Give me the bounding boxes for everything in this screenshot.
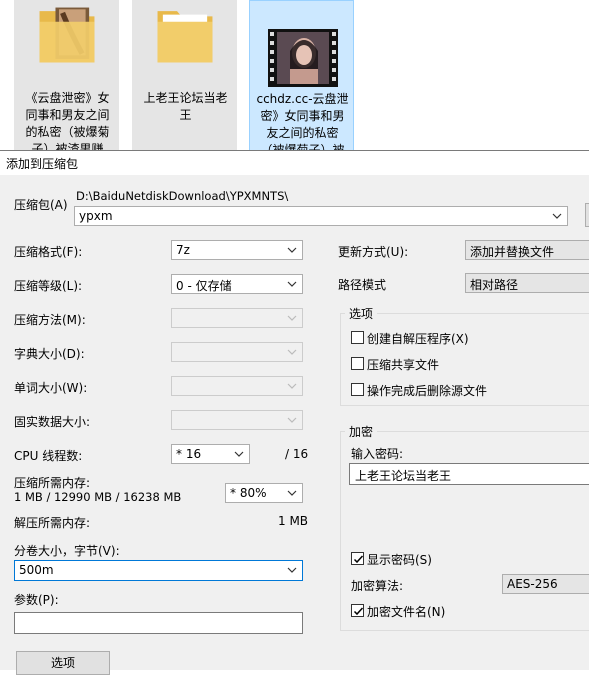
cpu-label: CPU 线程数: xyxy=(14,449,83,463)
chevron-down-icon xyxy=(287,567,297,573)
mem-label: 压缩所需内存: xyxy=(14,476,91,490)
decomp-label: 解压所需内存: xyxy=(14,516,91,530)
shared-files-label: 压缩共享文件 xyxy=(367,358,440,372)
mem-percent-value: * 80% xyxy=(230,486,267,500)
solid-select[interactable] xyxy=(171,410,303,430)
dialog-title: 添加到压缩包 xyxy=(6,157,79,171)
checkmark-icon xyxy=(353,607,364,616)
folder-icon xyxy=(157,11,213,63)
archive-name-input[interactable]: ypxm xyxy=(74,206,568,226)
password-value: 上老王论坛当老王 xyxy=(355,469,452,483)
path-mode-select[interactable]: 相对路径 xyxy=(465,273,589,293)
level-label: 压缩等级(L): xyxy=(14,279,83,293)
chevron-down-icon xyxy=(287,417,297,423)
file-explorer: 《云盘泄密》女同事和男友之间的私密（被爆菊子）被渣男赚 上老王论坛当老王 cch… xyxy=(0,0,589,152)
dict-label: 字典大小(D): xyxy=(14,347,85,361)
sfx-label: 创建自解压程序(X) xyxy=(367,332,469,346)
method-select[interactable] xyxy=(171,308,303,328)
show-password-label: 显示密码(S) xyxy=(367,553,432,567)
file-item[interactable]: cchdz.cc-云盘泄密》女同事和男友之间的私密（被爆菊子）被渣 xyxy=(249,0,354,152)
file-item[interactable]: 上老王论坛当老王 xyxy=(132,0,237,152)
archive-label: 压缩包(A) xyxy=(14,198,68,212)
update-mode-select[interactable]: 添加并替换文件 xyxy=(465,240,589,260)
shared-files-checkbox[interactable] xyxy=(351,357,364,370)
file-name: 《云盘泄密》女同事和男友之间的私密（被爆菊子）被渣男赚 xyxy=(25,91,110,152)
volume-size-input[interactable]: 500m xyxy=(14,560,303,581)
file-name: cchdz.cc-云盘泄密》女同事和男友之间的私密（被爆菊子）被渣 xyxy=(256,92,349,152)
options-group-title: 选项 xyxy=(345,305,378,322)
volume-label: 分卷大小，字节(V): xyxy=(14,544,120,558)
browse-button[interactable] xyxy=(585,203,589,227)
format-value: 7z xyxy=(176,243,190,257)
mem-percent-select[interactable]: * 80% xyxy=(225,483,303,503)
password-input[interactable]: 上老王论坛当老王 xyxy=(349,463,589,485)
chevron-down-icon xyxy=(287,383,297,389)
method-label: 压缩方法(M): xyxy=(14,313,86,327)
show-password-checkbox[interactable] xyxy=(351,552,364,565)
video-thumbnail-icon xyxy=(268,29,338,87)
chevron-down-icon xyxy=(287,247,297,253)
file-item[interactable]: 《云盘泄密》女同事和男友之间的私密（被爆菊子）被渣男赚 xyxy=(14,0,119,152)
encrypt-names-label: 加密文件名(N) xyxy=(367,605,446,619)
folder-icon xyxy=(39,7,95,63)
params-label: 参数(P): xyxy=(14,593,59,607)
decomp-value: 1 MB xyxy=(278,514,309,528)
dialog-title-bar: 添加到压缩包 xyxy=(0,151,589,175)
cpu-threads-max: / 16 xyxy=(285,447,309,461)
encrypt-names-checkbox[interactable] xyxy=(351,604,364,617)
archive-name-value: ypxm xyxy=(79,209,113,223)
delete-after-checkbox[interactable] xyxy=(351,383,364,396)
cpu-threads-select[interactable]: * 16 xyxy=(171,444,250,464)
encryption-method-label: 加密算法: xyxy=(351,579,404,593)
update-mode-value: 添加并替换文件 xyxy=(470,245,555,259)
encryption-method-select[interactable]: AES-256 xyxy=(502,574,589,594)
dict-select[interactable] xyxy=(171,342,303,362)
chevron-down-icon xyxy=(287,315,297,321)
options-button[interactable]: 选项 xyxy=(16,651,110,675)
cpu-threads-value: * 16 xyxy=(176,447,202,461)
chevron-down-icon xyxy=(287,281,297,287)
checkmark-icon xyxy=(353,555,364,564)
word-label: 单词大小(W): xyxy=(14,381,88,395)
path-mode-label: 路径模式 xyxy=(338,278,387,292)
file-name: 上老王论坛当老王 xyxy=(143,91,228,122)
params-input[interactable] xyxy=(14,612,303,634)
encryption-group-title: 加密 xyxy=(345,423,378,440)
level-select[interactable]: 0 - 仅存储 xyxy=(171,274,303,294)
format-label: 压缩格式(F): xyxy=(14,245,83,259)
sfx-checkbox[interactable] xyxy=(351,331,364,344)
path-mode-value: 相对路径 xyxy=(470,278,519,292)
chevron-down-icon xyxy=(552,213,562,219)
chevron-down-icon xyxy=(234,451,244,457)
archive-path: D:\BaiduNetdiskDownload\YPXMNTS\ xyxy=(76,189,289,203)
password-label: 输入密码: xyxy=(351,447,404,461)
level-value: 0 - 仅存储 xyxy=(176,279,232,293)
mem-detail: 1 MB / 12990 MB / 16238 MB xyxy=(14,490,182,504)
chevron-down-icon xyxy=(287,349,297,355)
word-select[interactable] xyxy=(171,376,303,396)
encryption-method-value: AES-256 xyxy=(507,577,558,591)
solid-label: 固实数据大小: xyxy=(14,415,91,429)
chevron-down-icon xyxy=(287,490,297,496)
update-mode-label: 更新方式(U): xyxy=(338,245,409,259)
add-to-archive-dialog: 添加到压缩包 压缩包(A) D:\BaiduNetdiskDownload\YP… xyxy=(0,150,589,675)
volume-size-value: 500m xyxy=(19,563,54,577)
format-select[interactable]: 7z xyxy=(171,240,303,260)
delete-after-label: 操作完成后删除源文件 xyxy=(367,384,488,398)
